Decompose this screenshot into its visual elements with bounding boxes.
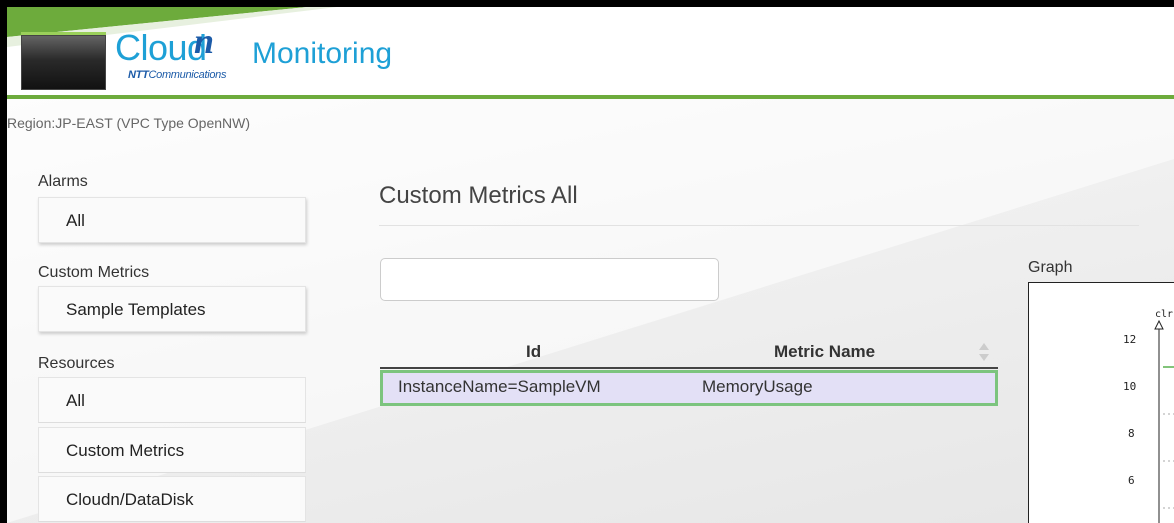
column-header-metric-name[interactable]: Metric Name	[774, 342, 875, 362]
graph-label: Graph	[1028, 259, 1073, 276]
graph-canvas	[1154, 319, 1174, 523]
sidebar-heading-custom-metrics: Custom Metrics	[38, 264, 150, 281]
graph-y-tick: 12	[1123, 333, 1137, 346]
logo-company: NTTCommunications	[128, 69, 227, 81]
logo-superscript: n	[194, 21, 215, 61]
sidebar-item-resources-custom-metrics[interactable]: Custom Metrics	[38, 427, 306, 473]
graph-panel: clr 12 10 8 6	[1028, 282, 1174, 523]
column-header-id[interactable]: Id	[526, 342, 541, 362]
sidebar-heading-resources: Resources	[38, 355, 115, 372]
product-name: Monitoring	[252, 37, 393, 70]
app-header: Cloud n NTTCommunications Monitoring	[7, 7, 1174, 95]
content-area: Region:JP-EAST (VPC Type OpenNW) Alarms …	[7, 99, 1174, 523]
logo-word: Cloud	[115, 27, 207, 68]
table-header-rule	[380, 367, 998, 369]
region-label: Region:JP-EAST (VPC Type OpenNW)	[7, 115, 251, 131]
graph-y-tick: 6	[1128, 474, 1135, 487]
graph-y-tick: 10	[1123, 380, 1137, 393]
table-row[interactable]: InstanceName=SampleVM MemoryUsage	[380, 370, 998, 406]
cell-metric-name: MemoryUsage	[702, 377, 813, 396]
logo-mark	[21, 32, 106, 90]
search-input[interactable]	[380, 258, 719, 301]
sidebar-item-sample-templates[interactable]: Sample Templates	[38, 286, 306, 332]
page-title: Custom Metrics All	[379, 182, 578, 209]
sidebar-item-alarms-all[interactable]: All	[38, 197, 306, 243]
sidebar-item-resources-all[interactable]: All	[38, 377, 306, 423]
sidebar-heading-alarms: Alarms	[38, 173, 88, 190]
title-divider	[379, 225, 1139, 226]
logo-company-rest: Communications	[148, 69, 227, 81]
cell-id: InstanceName=SampleVM	[398, 377, 601, 396]
window-frame-left	[0, 0, 7, 523]
sidebar-item-resources-datadisk[interactable]: Cloudn/DataDisk	[38, 476, 306, 522]
window-frame-top	[0, 0, 1174, 7]
sort-icon[interactable]	[978, 341, 990, 363]
graph-y-tick: 8	[1128, 427, 1135, 440]
logo-company-bold: NTT	[128, 69, 149, 81]
